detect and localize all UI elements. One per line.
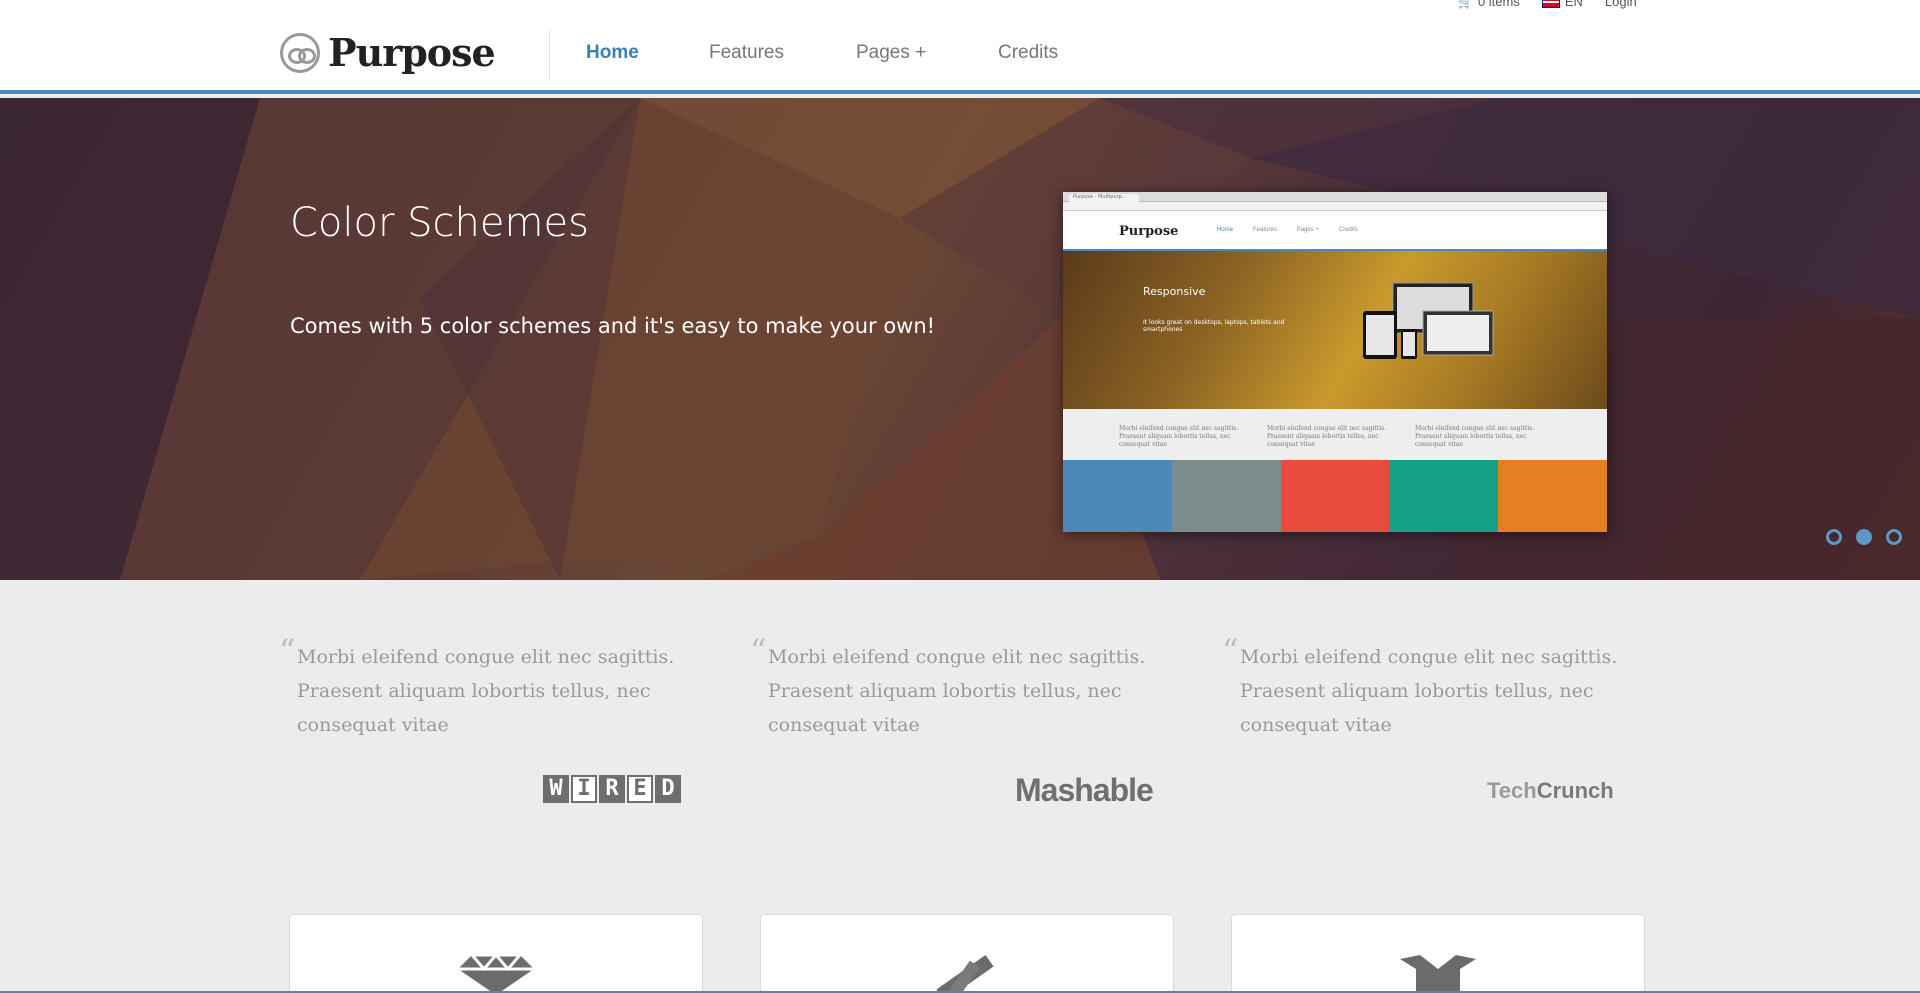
slide-dot[interactable]	[1856, 529, 1872, 545]
quote-mark-icon: “	[1222, 632, 1239, 670]
swatch-gray	[1171, 460, 1281, 532]
feature-card[interactable]	[289, 914, 703, 993]
hero-slider: Color Schemes Comes with 5 color schemes…	[0, 98, 1920, 580]
preview-hero-title: Responsive	[1143, 285, 1206, 298]
nav-home[interactable]: Home	[586, 42, 639, 64]
slider-pagination	[1826, 529, 1902, 545]
utility-links: 🛒 0 items EN Login	[1458, 0, 1637, 9]
preview-brand: Purpose	[1119, 224, 1179, 239]
cart-icon: 🛒	[1458, 0, 1473, 9]
nav-features[interactable]: Features	[709, 42, 784, 64]
slide-subtitle: Comes with 5 color schemes and it's easy…	[290, 314, 936, 338]
techcrunch-prefix: Tech	[1487, 778, 1537, 803]
browser-address-bar	[1063, 202, 1607, 211]
testimonial: “ Morbi eleifend congue elit nec sagitti…	[1222, 632, 1640, 742]
login-link[interactable]: Login	[1605, 0, 1637, 9]
preview-header: Purpose Home Features Pages + Credits	[1063, 211, 1607, 251]
feature-card[interactable]	[1231, 914, 1645, 993]
techcrunch-suffix: Crunch	[1536, 778, 1614, 803]
cart-link[interactable]: 🛒 0 items	[1458, 0, 1520, 9]
slide-dot[interactable]	[1826, 529, 1842, 545]
color-schemes-preview-image: Purpose - Multipurp... Purpose Home Feat…	[1063, 192, 1607, 532]
preview-menu-item: Credits	[1338, 227, 1358, 233]
diamond-icon	[458, 955, 534, 993]
preview-quote: Morbi eleifend congue elit nec sagittis.…	[1415, 425, 1535, 448]
top-bar: 🛒 0 items EN Login Purpose Home Features …	[0, 0, 1920, 94]
quote-mark-icon: “	[279, 632, 296, 670]
swatch-red	[1280, 460, 1390, 532]
language-selector[interactable]: EN	[1541, 0, 1583, 9]
preview-quote: Morbi eleifend congue elit nec sagittis.…	[1119, 425, 1239, 448]
testimonial-text: Morbi eleifend congue elit nec sagittis.…	[297, 646, 675, 736]
preview-menu-item: Home	[1217, 227, 1234, 233]
mashable-logo: Mashable	[1015, 772, 1154, 808]
swatch-blue	[1063, 460, 1172, 532]
swatch-green	[1389, 460, 1499, 532]
preview-hero-subtitle: It looks great on desktops, laptops, tab…	[1143, 319, 1285, 334]
language-label: EN	[1564, 0, 1583, 9]
preview-quotes: Morbi eleifend congue elit nec sagittis.…	[1063, 409, 1607, 460]
wired-letter: I	[571, 775, 597, 803]
wired-letter: R	[599, 775, 625, 803]
uk-flag-icon	[1541, 0, 1560, 8]
wired-letter: E	[627, 775, 653, 803]
nav-divider	[549, 30, 550, 80]
nav-credits[interactable]: Credits	[998, 42, 1058, 64]
preview-hero: Responsive It looks great on desktops, l…	[1063, 251, 1607, 409]
testimonials-section: “ Morbi eleifend congue elit nec sagitti…	[0, 580, 1920, 890]
wired-logo: W I R E D	[543, 775, 681, 803]
preview-quote: Morbi eleifend congue elit nec sagittis.…	[1267, 425, 1387, 448]
browser-tab: Purpose - Multipurp...	[1069, 194, 1139, 202]
wired-letter: W	[543, 775, 569, 803]
testimonial: “ Morbi eleifend congue elit nec sagitti…	[750, 632, 1168, 742]
preview-menu-item: Pages +	[1296, 227, 1319, 233]
preview-menu-item: Features	[1253, 227, 1277, 233]
polygon-background	[0, 98, 1920, 580]
slide-dot[interactable]	[1886, 529, 1902, 545]
feature-card[interactable]	[760, 914, 1174, 993]
color-swatches	[1063, 460, 1607, 532]
wired-letter: D	[655, 775, 681, 803]
cart-count: 0 items	[1477, 0, 1520, 9]
testimonial-text: Morbi eleifend congue elit nec sagittis.…	[768, 646, 1146, 736]
techcrunch-logo: TechCrunch	[1487, 778, 1614, 804]
brand-name: Purpose	[328, 30, 496, 75]
testimonial-text: Morbi eleifend congue elit nec sagittis.…	[1240, 646, 1618, 736]
open-box-icon	[1400, 955, 1476, 993]
browser-chrome: Purpose - Multipurp...	[1063, 192, 1607, 202]
nav-pages[interactable]: Pages +	[856, 42, 926, 64]
brand-logo[interactable]: Purpose	[280, 30, 496, 75]
devices-icon	[1363, 282, 1494, 359]
quote-mark-icon: “	[750, 632, 767, 670]
preview-menu: Home Features Pages + Credits	[1217, 227, 1358, 233]
testimonial: “ Morbi eleifend congue elit nec sagitti…	[279, 632, 697, 742]
infinity-logo-icon	[280, 33, 320, 73]
pencil-ruler-icon	[936, 955, 994, 993]
slide-title: Color Schemes	[290, 200, 589, 246]
swatch-orange	[1498, 460, 1607, 532]
